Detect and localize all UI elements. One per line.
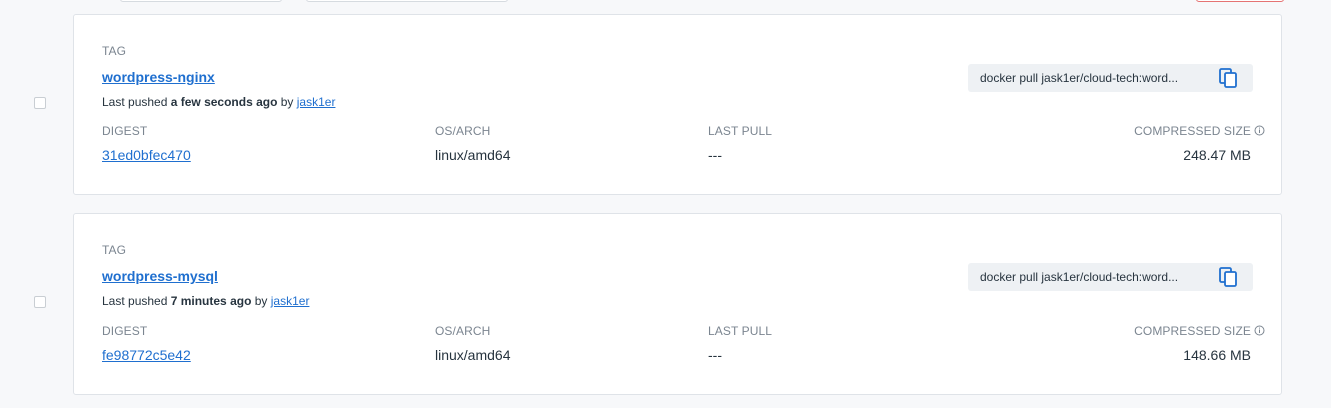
tag-select-checkbox[interactable] (34, 296, 46, 308)
pull-command-box: docker pull jask1er/cloud-tech:word... (968, 64, 1253, 92)
pushed-user-link[interactable]: jask1er (297, 95, 336, 109)
top-filter-control[interactable] (120, 0, 282, 2)
tag-label: TAG (102, 243, 127, 257)
last-pushed-text: Last pushed a few seconds ago by jask1er (102, 95, 335, 109)
compressed-size-value: 248.47 MB (1183, 147, 1251, 163)
os-arch-header: OS/ARCH (435, 324, 491, 338)
compressed-size-label: COMPRESSED SIZE (1134, 324, 1251, 338)
last-pushed-text: Last pushed 7 minutes ago by jask1er (102, 294, 309, 308)
os-arch-value: linux/amd64 (435, 347, 511, 363)
copy-icon[interactable] (1217, 67, 1241, 89)
pull-command-box: docker pull jask1er/cloud-tech:word... (968, 263, 1253, 291)
copy-icon[interactable] (1217, 266, 1241, 288)
pushed-time: a few seconds ago (170, 95, 278, 109)
os-arch-header: OS/ARCH (435, 124, 491, 138)
info-icon[interactable] (1254, 125, 1265, 139)
pushed-prefix: Last pushed (102, 294, 171, 308)
digest-link[interactable]: 31ed0bfec470 (102, 147, 191, 163)
pull-command: docker pull jask1er/cloud-tech:word... (980, 71, 1179, 85)
compressed-size-value: 148.66 MB (1183, 347, 1251, 363)
os-arch-value: linux/amd64 (435, 147, 511, 163)
last-pull-value: --- (708, 147, 722, 163)
pull-command: docker pull jask1er/cloud-tech:word... (980, 270, 1179, 284)
info-icon[interactable] (1254, 325, 1265, 339)
compressed-size-label: COMPRESSED SIZE (1134, 124, 1251, 138)
tag-name-link[interactable]: wordpress-mysql (102, 268, 218, 284)
tag-name-link[interactable]: wordpress-nginx (102, 69, 215, 85)
digest-header: DIGEST (102, 324, 148, 338)
compressed-size-header: COMPRESSED SIZE (1134, 324, 1265, 339)
tag-select-checkbox[interactable] (34, 97, 46, 109)
pushed-time: 7 minutes ago (170, 294, 252, 308)
last-pull-value: --- (708, 347, 722, 363)
digest-link[interactable]: fe98772c5e42 (102, 347, 191, 363)
tag-label: TAG (102, 44, 127, 58)
last-pull-header: LAST PULL (708, 324, 773, 338)
pushed-prefix: Last pushed (102, 95, 171, 109)
compressed-size-header: COMPRESSED SIZE (1134, 124, 1265, 139)
digest-header: DIGEST (102, 124, 148, 138)
last-pull-header: LAST PULL (708, 124, 773, 138)
pushed-by: by (277, 95, 297, 109)
top-sort-control[interactable] (306, 0, 508, 2)
pushed-by: by (251, 294, 271, 308)
pushed-user-link[interactable]: jask1er (271, 294, 310, 308)
top-delete-button[interactable] (1196, 0, 1284, 2)
tag-card: TAG wordpress-mysql Last pushed 7 minute… (73, 213, 1282, 395)
tag-card: TAG wordpress-nginx Last pushed a few se… (73, 14, 1282, 195)
